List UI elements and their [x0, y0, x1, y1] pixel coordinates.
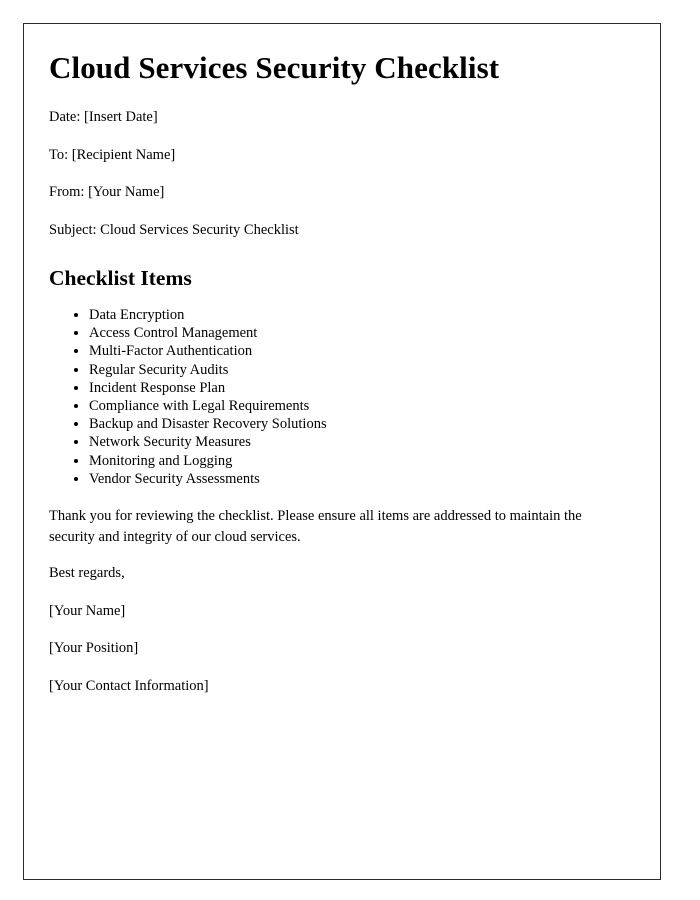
signature-position: [Your Position]	[49, 640, 139, 657]
list-item: Regular Security Audits	[89, 361, 615, 379]
list-item: Incident Response Plan	[89, 379, 615, 397]
signature-name: [Your Name]	[49, 602, 126, 619]
metadata-line-to: To: [Recipient Name]	[49, 146, 176, 163]
document-page: Cloud Services Security Checklist Date: …	[23, 23, 661, 880]
list-item: Data Encryption	[89, 306, 615, 324]
metadata-block: Date: [Insert Date] To: [Recipient Name]…	[49, 108, 615, 240]
list-item: Access Control Management	[89, 324, 615, 342]
signature-contact: [Your Contact Information]	[49, 677, 209, 694]
list-item: Monitoring and Logging	[89, 452, 615, 470]
metadata-line-date: Date: [Insert Date]	[49, 108, 158, 125]
signature-block: Best regards, [Your Name] [Your Position…	[49, 564, 615, 696]
metadata-line-from: From: [Your Name]	[49, 184, 165, 201]
document-body: Cloud Services Security Checklist Date: …	[24, 24, 660, 696]
list-item: Backup and Disaster Recovery Solutions	[89, 415, 615, 433]
checklist-list: Data Encryption Access Control Managemen…	[49, 306, 615, 488]
section-heading-checklist-items: Checklist Items	[49, 266, 192, 291]
list-item: Vendor Security Assessments	[89, 470, 615, 488]
page-title: Cloud Services Security Checklist	[49, 50, 500, 85]
signature-salutation: Best regards,	[49, 565, 125, 582]
list-item: Network Security Measures	[89, 433, 615, 451]
closing-paragraph: Thank you for reviewing the checklist. P…	[49, 508, 582, 545]
metadata-line-subject: Subject: Cloud Services Security Checkli…	[49, 221, 299, 238]
list-item: Compliance with Legal Requirements	[89, 397, 615, 415]
list-item: Multi-Factor Authentication	[89, 342, 615, 360]
